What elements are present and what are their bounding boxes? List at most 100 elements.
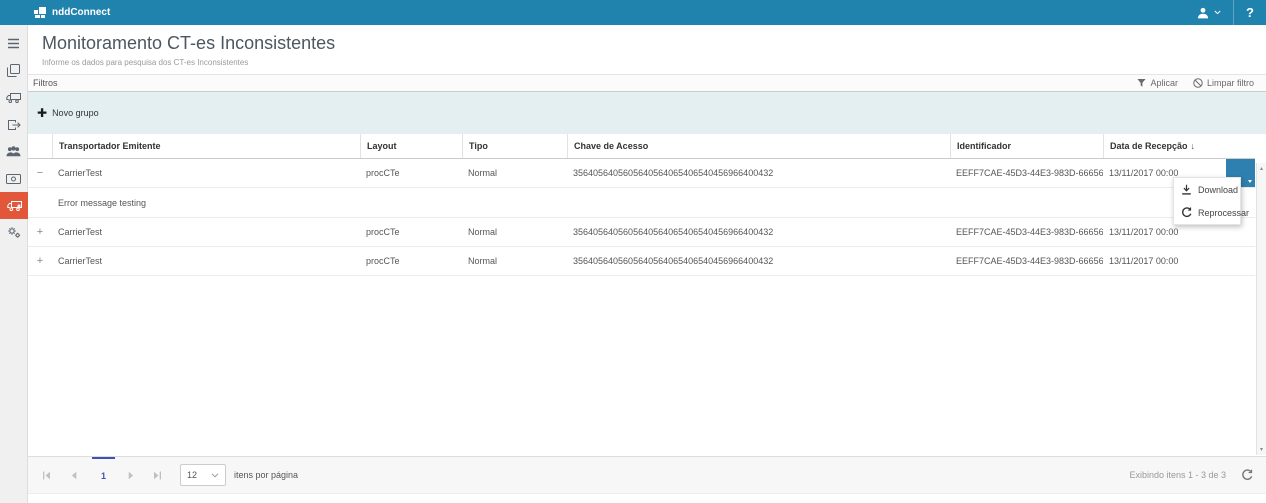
truck-icon	[6, 92, 21, 104]
cell-identificador: EEFF7CAE-45D3-44E3-983D-666564F24...	[950, 227, 1103, 237]
brand: nddConnect	[34, 6, 110, 19]
clear-filter-icon	[1193, 78, 1203, 88]
user-menu-button[interactable]	[1185, 0, 1233, 25]
app-logo-icon	[34, 6, 47, 19]
next-page-button[interactable]	[119, 457, 142, 493]
chevron-down-icon	[211, 473, 219, 478]
first-page-button[interactable]	[35, 457, 58, 493]
filters-bar: Filtros Aplicar Limpar filtro	[28, 74, 1266, 92]
hamburger-icon	[7, 38, 20, 49]
help-icon[interactable]: ?	[1234, 0, 1266, 25]
cell-data-recepcao: 13/11/2017 00:00	[1103, 256, 1255, 266]
next-page-icon	[128, 471, 134, 480]
cell-chave: 3564056405605640564065406540456966400432	[567, 168, 950, 178]
last-page-button[interactable]	[146, 457, 169, 493]
menu-item-label: Download	[1198, 185, 1238, 195]
expand-row-button[interactable]: +	[28, 255, 52, 267]
sidebar-item-shipping[interactable]	[0, 84, 27, 111]
export-icon	[7, 119, 21, 131]
refresh-button[interactable]	[1241, 469, 1253, 481]
row-detail-message: Error message testing	[28, 188, 1255, 218]
grid-scrollbar[interactable]: ▴ ▾	[1256, 163, 1266, 455]
sidebar-menu-toggle[interactable]	[0, 30, 27, 57]
sort-desc-icon: ↓	[1191, 141, 1196, 151]
cell-layout: procCTe	[360, 168, 462, 178]
cell-chave: 3564056405605640564065406540456966400432	[567, 227, 950, 237]
column-header-tipo[interactable]: Tipo	[462, 134, 567, 158]
topbar-right: ?	[1185, 0, 1266, 25]
cell-tipo: Normal	[462, 256, 567, 266]
menu-item-label: Reprocessar	[1198, 208, 1249, 218]
column-header-transportador[interactable]: Transportador Emitente	[52, 134, 360, 158]
download-icon	[1181, 184, 1192, 195]
column-header-data-recepcao[interactable]: Data de Recepção ↓	[1103, 134, 1255, 158]
scroll-up-icon[interactable]: ▴	[1260, 165, 1263, 172]
cell-tipo: Normal	[462, 227, 567, 237]
new-group-label: Novo grupo	[52, 108, 99, 118]
pager-right: Exibindo itens 1 - 3 de 3	[1129, 457, 1266, 493]
page-size-value: 12	[187, 470, 197, 480]
users-icon	[6, 146, 21, 157]
sidebar-item-documents[interactable]	[0, 57, 27, 84]
filter-panel: ✚ Novo grupo	[28, 92, 1266, 134]
expand-column-header	[28, 134, 52, 158]
column-header-identificador[interactable]: Identificador	[950, 134, 1103, 158]
expand-row-button[interactable]: +	[28, 226, 52, 238]
table-row[interactable]: + CarrierTest procCTe Normal 35640564056…	[28, 218, 1255, 247]
cell-transportador: CarrierTest	[52, 227, 360, 237]
cell-identificador: EEFF7CAE-45D3-44E3-983D-666564F24...	[950, 256, 1103, 266]
column-header-chave[interactable]: Chave de Acesso	[567, 134, 950, 158]
sidebar	[0, 25, 28, 503]
app-window: nddConnect ?	[0, 0, 1266, 503]
page-title: Monitoramento CT-es Inconsistentes	[42, 33, 1266, 54]
brand-name: nddConnect	[52, 7, 110, 18]
page-size-select[interactable]: 12	[180, 464, 226, 486]
sidebar-item-billing[interactable]	[0, 165, 27, 192]
data-grid: Transportador Emitente Layout Tipo Chave…	[28, 134, 1255, 276]
refresh-icon	[1241, 469, 1253, 481]
table-row[interactable]: + CarrierTest procCTe Normal 35640564056…	[28, 247, 1255, 276]
page-head: Monitoramento CT-es Inconsistentes Infor…	[28, 25, 1266, 74]
clear-filter-label: Limpar filtro	[1207, 78, 1254, 88]
menu-item-download[interactable]: Download	[1174, 178, 1240, 201]
apply-filter-label: Aplicar	[1150, 78, 1178, 88]
pagination-bar: 1 12 itens por página Exibindo itens 1 -…	[28, 456, 1266, 494]
cell-layout: procCTe	[360, 227, 462, 237]
column-header-data-label: Data de Recepção	[1110, 141, 1188, 151]
grid-header: Transportador Emitente Layout Tipo Chave…	[28, 134, 1255, 159]
sidebar-item-groups[interactable]	[0, 138, 27, 165]
refresh-icon	[1181, 207, 1192, 218]
topbar: nddConnect ?	[0, 0, 1266, 25]
money-icon	[6, 174, 21, 184]
prev-page-button[interactable]	[62, 457, 85, 493]
column-header-layout[interactable]: Layout	[360, 134, 462, 158]
filters-title: Filtros	[33, 78, 58, 88]
first-page-icon	[42, 471, 51, 480]
menu-item-reprocessar[interactable]: Reprocessar	[1174, 201, 1240, 224]
copy-icon	[7, 64, 20, 77]
user-icon	[1197, 7, 1209, 19]
sidebar-item-cte-monitoring[interactable]	[0, 192, 28, 219]
pager-status: Exibindo itens 1 - 3 de 3	[1129, 470, 1226, 480]
clear-filter-button[interactable]: Limpar filtro	[1193, 78, 1254, 88]
scroll-down-icon[interactable]: ▾	[1260, 446, 1263, 453]
cell-tipo: Normal	[462, 168, 567, 178]
sidebar-item-export[interactable]	[0, 111, 27, 138]
apply-filter-button[interactable]: Aplicar	[1137, 78, 1178, 88]
current-page-button[interactable]: 1	[92, 457, 115, 493]
cell-identificador: EEFF7CAE-45D3-44E3-983D-666564F24...	[950, 168, 1103, 178]
cell-transportador: CarrierTest	[52, 256, 360, 266]
last-page-icon	[153, 471, 162, 480]
plus-icon: ✚	[37, 107, 47, 119]
main-content: Monitoramento CT-es Inconsistentes Infor…	[28, 25, 1266, 503]
dropdown-caret-icon	[1248, 180, 1252, 183]
page-size-label: itens por página	[234, 470, 298, 480]
gears-icon	[7, 226, 21, 239]
cell-transportador: CarrierTest	[52, 168, 360, 178]
sidebar-item-settings[interactable]	[0, 219, 27, 246]
new-group-button[interactable]: ✚ Novo grupo	[37, 107, 99, 119]
collapse-row-button[interactable]: −	[28, 167, 52, 179]
table-row[interactable]: − CarrierTest procCTe Normal 35640564056…	[28, 159, 1255, 188]
truck-alert-icon	[7, 200, 22, 212]
chevron-down-icon	[1214, 10, 1221, 15]
